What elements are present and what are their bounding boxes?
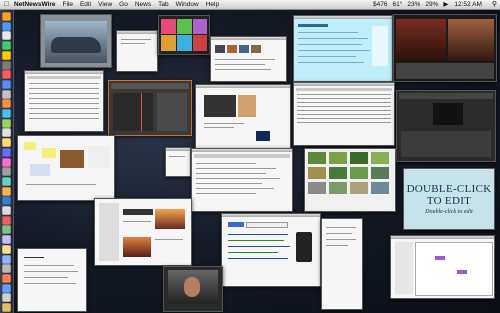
window-photobooth[interactable] (158, 15, 210, 55)
dock (0, 10, 14, 313)
dock-app-icon[interactable] (2, 12, 11, 21)
window-video-editor[interactable] (396, 90, 496, 162)
dock-app-icon[interactable] (2, 128, 11, 138)
window-keynote-slide[interactable]: DOUBLE-CLICK TO EDIT Double-click to edi… (403, 168, 495, 230)
spotlight-icon[interactable]: ⚲ (492, 0, 497, 9)
menu-news[interactable]: News (135, 0, 151, 9)
dock-app-icon[interactable] (2, 79, 11, 89)
dock-app-icon[interactable] (2, 31, 11, 41)
dock-app-icon[interactable] (2, 244, 11, 254)
window-product-page[interactable] (195, 84, 291, 150)
slide-title[interactable]: DOUBLE-CLICK TO EDIT (404, 183, 494, 207)
dock-app-icon[interactable] (2, 147, 11, 157)
dock-app-icon[interactable] (2, 60, 11, 70)
dock-app-icon[interactable] (2, 99, 11, 109)
window-mail-list[interactable] (293, 82, 395, 146)
dock-app-icon[interactable] (2, 70, 11, 80)
weather-indicator[interactable]: 61° (393, 0, 403, 9)
status-area: $476 61° 23% 29% ▶ 12:52 AM ⚲ (368, 0, 500, 9)
window-document-images[interactable] (94, 198, 192, 266)
menu-go[interactable]: Go (119, 0, 128, 9)
menu-tab[interactable]: Tab (158, 0, 168, 9)
dock-app-icon[interactable] (2, 109, 11, 118)
window-small-doc[interactable] (116, 30, 158, 72)
window-car-photo[interactable] (40, 14, 112, 68)
dock-app-icon[interactable] (2, 293, 11, 303)
menu-edit[interactable]: Edit (80, 0, 91, 9)
dock-app-icon[interactable] (2, 215, 11, 225)
menu-app-name[interactable]: NetNewsWire (14, 0, 55, 9)
dock-app-icon[interactable] (2, 167, 11, 177)
cpu-indicator[interactable]: 23% (407, 0, 420, 9)
window-audio-editor[interactable] (108, 80, 192, 136)
dock-app-icon[interactable] (2, 196, 11, 206)
window-web-thumbs[interactable] (210, 36, 287, 82)
dock-app-icon[interactable] (2, 50, 11, 60)
window-word-doc[interactable] (17, 248, 87, 312)
dock-app-icon[interactable] (2, 254, 11, 264)
dock-app-icon[interactable] (2, 138, 11, 148)
window-text-doc[interactable] (321, 218, 363, 310)
window-video-player[interactable] (393, 14, 497, 82)
dock-app-icon[interactable] (2, 206, 11, 215)
dock-app-icon[interactable] (2, 176, 11, 186)
menu-bar:  NetNewsWire File Edit View Go News Tab… (0, 0, 500, 10)
dock-app-icon[interactable] (2, 264, 11, 274)
battery-indicator[interactable]: 29% (425, 0, 438, 9)
window-calendar[interactable] (390, 235, 495, 299)
menu-clock[interactable]: 12:52 AM (454, 0, 481, 9)
dock-app-icon[interactable] (2, 186, 11, 196)
dock-app-icon[interactable] (2, 235, 11, 245)
apple-logo-icon[interactable]:  (3, 0, 10, 9)
dock-app-icon[interactable] (2, 118, 11, 128)
window-photo-grid[interactable] (304, 148, 396, 212)
dock-app-icon[interactable] (2, 157, 11, 167)
slide-subtitle[interactable]: Double-click to edit (404, 209, 494, 215)
window-notes-collage[interactable] (17, 135, 115, 201)
dock-app-icon[interactable] (2, 41, 11, 51)
dock-app-icon[interactable] (2, 273, 11, 283)
dock-app-icon[interactable] (2, 283, 11, 293)
menu-window[interactable]: Window (176, 0, 199, 9)
dock-app-icon[interactable] (2, 21, 11, 31)
window-small-dialog[interactable] (165, 147, 191, 177)
car-shape (51, 37, 101, 53)
menu-help[interactable]: Help (206, 0, 219, 9)
window-blue-webpage[interactable] (293, 15, 393, 82)
window-finder-list[interactable] (24, 70, 104, 132)
dock-app-icon[interactable] (2, 303, 11, 312)
stock-indicator[interactable]: $476 (373, 0, 387, 9)
menu-view[interactable]: View (98, 0, 112, 9)
window-web-article[interactable] (191, 148, 293, 212)
volume-icon[interactable]: ▶ (443, 0, 448, 9)
menu-file[interactable]: File (62, 0, 72, 9)
window-google-page[interactable] (221, 213, 321, 287)
dock-app-icon[interactable] (2, 89, 11, 99)
dock-app-icon[interactable] (2, 225, 11, 235)
window-portrait-photo[interactable] (163, 266, 223, 312)
